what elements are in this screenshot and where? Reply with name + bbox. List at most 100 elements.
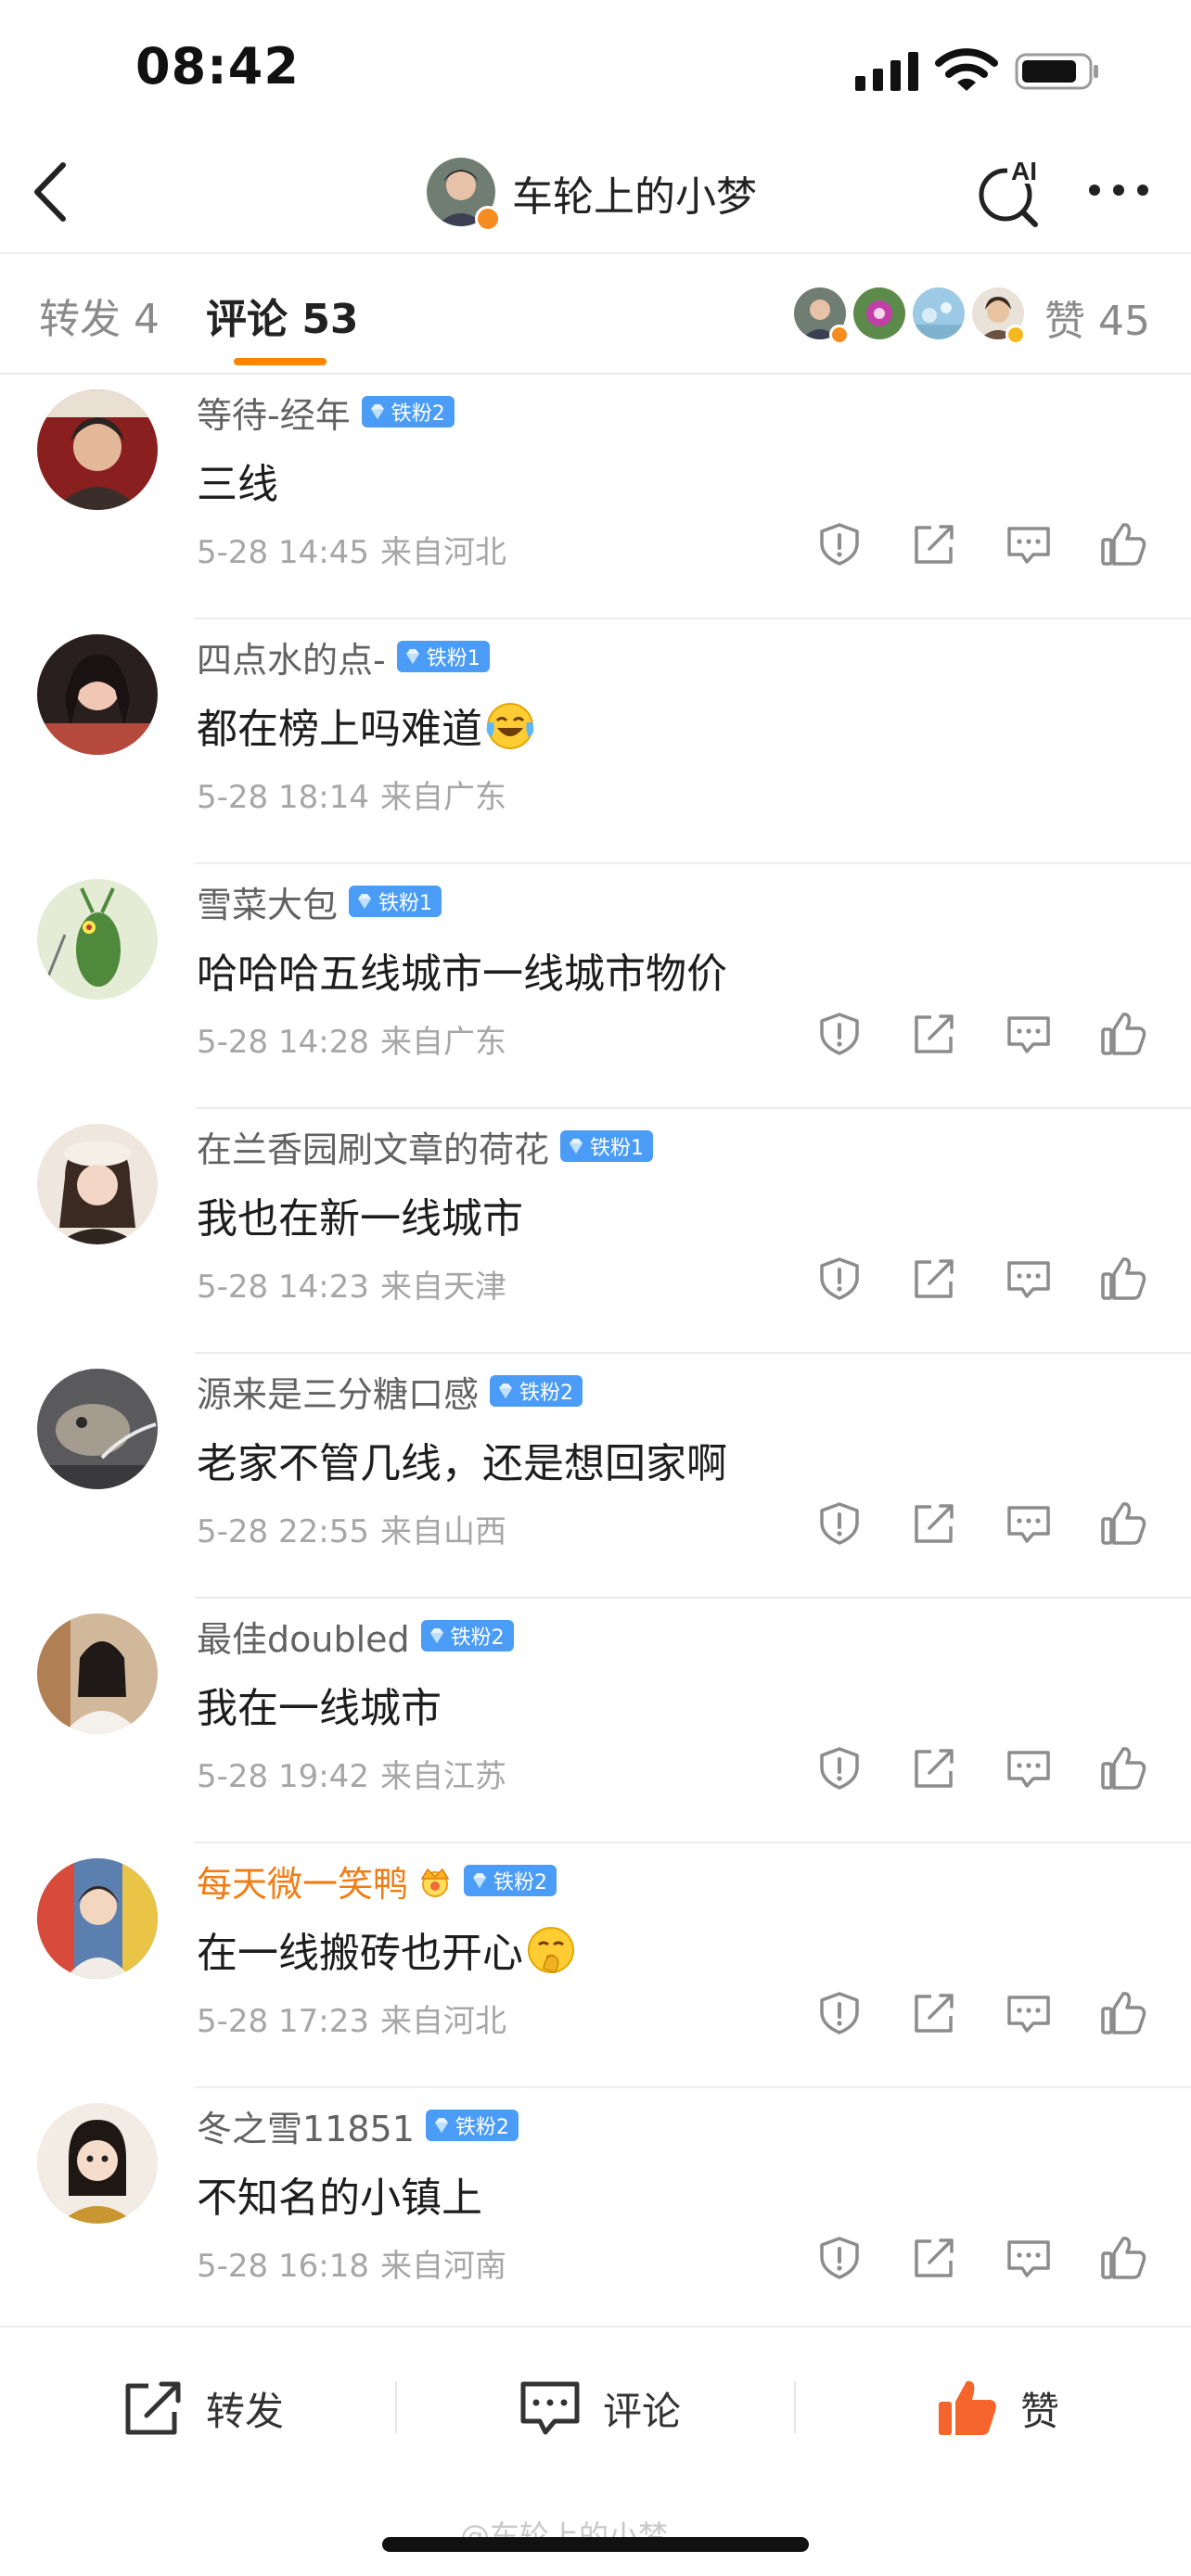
commenter-name-row: 雪菜大包 铁粉1 <box>197 875 442 927</box>
repost-button[interactable]: 转发 <box>121 2376 284 2441</box>
commenter-avatar[interactable] <box>37 879 158 1000</box>
comment-text: 三线 <box>197 451 278 510</box>
comment-item[interactable]: 等待-经年 铁粉2 三线 5-28 14:45 来自河北 <box>0 375 1191 619</box>
commenter-name[interactable]: 等待-经年 <box>197 387 351 438</box>
back-icon[interactable] <box>28 159 74 224</box>
share-icon[interactable] <box>911 1500 957 1547</box>
commenter-name[interactable]: 最佳doubled <box>197 1611 410 1662</box>
fan-level-label: 铁粉1 <box>426 647 480 670</box>
comment-button[interactable]: 评论 <box>518 2376 681 2441</box>
reply-icon[interactable] <box>1005 1011 1052 1057</box>
battery-icon <box>1015 53 1098 90</box>
commenter-name[interactable]: 源来是三分糖口感 <box>197 1366 479 1417</box>
commenter-avatar[interactable] <box>37 2103 158 2224</box>
fan-level-badge[interactable]: 铁粉1 <box>560 1130 654 1162</box>
report-icon[interactable] <box>816 521 863 567</box>
report-icon[interactable] <box>816 1745 863 1792</box>
commenter-name[interactable]: 四点水的点- <box>197 631 386 682</box>
comment-item[interactable]: 雪菜大包 铁粉1 哈哈哈五线城市一线城市物价 5-28 14:28 来自广东 <box>0 864 1191 1109</box>
report-icon[interactable] <box>816 1990 863 2036</box>
fan-level-badge[interactable]: 铁粉2 <box>490 1375 583 1407</box>
comment-text-content: 不知名的小镇上 <box>197 2174 482 2222</box>
comment-item[interactable]: 最佳doubled 铁粉2 我在一线城市 5-28 19:42 来自江苏 <box>0 1599 1191 1843</box>
fan-level-label: 铁粉2 <box>450 1626 505 1650</box>
comment-date: 5-28 18:14 <box>197 779 369 816</box>
like-button[interactable]: 赞 <box>935 2376 1059 2441</box>
report-icon[interactable] <box>816 1256 863 1302</box>
comment-item[interactable]: 源来是三分糖口感 铁粉2 老家不管几线，还是想回家啊 5-28 22:55 来自山西 <box>0 1354 1191 1599</box>
commenter-avatar[interactable] <box>37 634 158 755</box>
reply-icon[interactable] <box>1005 1745 1052 1792</box>
report-icon[interactable] <box>816 1500 863 1547</box>
commenter-name[interactable]: 雪菜大包 <box>197 876 338 927</box>
share-icon[interactable] <box>911 521 957 567</box>
comment-item[interactable]: 在兰香园刷文章的荷花 铁粉1 我也在新一线城市 5-28 14:23 来自天津 <box>0 1109 1191 1354</box>
report-icon[interactable] <box>816 2235 863 2281</box>
comment-location: 来自广东 <box>379 779 506 816</box>
comment-location: 来自广东 <box>379 1024 506 1061</box>
home-indicator[interactable] <box>382 2537 809 2552</box>
comment-text: 不知名的小镇上 <box>197 2164 482 2224</box>
reply-icon[interactable] <box>1005 521 1052 567</box>
commenter-avatar[interactable] <box>37 389 158 510</box>
reply-icon[interactable] <box>1005 1500 1052 1547</box>
like-icon[interactable] <box>1100 1745 1146 1792</box>
fan-level-badge[interactable]: 铁粉1 <box>396 641 490 672</box>
report-icon[interactable] <box>816 1011 863 1057</box>
commenter-name[interactable]: 每天微一笑鸭 <box>197 1855 408 1906</box>
fan-level-badge[interactable]: 铁粉1 <box>349 886 442 917</box>
commenter-name[interactable]: 在兰香园刷文章的荷花 <box>197 1121 549 1172</box>
fan-level-badge[interactable]: 铁粉2 <box>425 2110 519 2141</box>
tab-likes[interactable]: 赞 45 <box>1044 287 1150 347</box>
like-icon[interactable] <box>1100 1990 1146 2036</box>
comment-location: 来自河北 <box>379 534 506 571</box>
commenter-avatar[interactable] <box>37 1124 158 1244</box>
like-icon[interactable] <box>1100 1256 1146 1302</box>
commenter-avatar[interactable] <box>37 1858 158 1979</box>
fan-level-badge[interactable]: 铁粉2 <box>361 396 455 427</box>
comment-text-content: 我也在新一线城市 <box>197 1195 523 1243</box>
share-icon[interactable] <box>911 1011 957 1057</box>
commenter-name-row: 源来是三分糖口感 铁粉2 <box>197 1365 583 1417</box>
fan-level-label: 铁粉2 <box>519 1382 574 1405</box>
tab-comments[interactable]: 评论 53 <box>206 286 359 345</box>
commenter-avatar[interactable] <box>37 1613 158 1734</box>
comment-date: 5-28 19:42 <box>197 1758 369 1795</box>
tab-repost[interactable]: 转发 4 <box>39 286 160 345</box>
liker-avatar[interactable] <box>913 287 965 339</box>
comment-date: 5-28 17:23 <box>197 2003 369 2040</box>
reply-icon[interactable] <box>1005 2235 1052 2281</box>
active-tab-indicator <box>234 358 327 365</box>
commenter-name-row: 在兰香园刷文章的荷花 铁粉1 <box>197 1120 654 1172</box>
commenter-name-row: 每天微一笑鸭 铁粉2 <box>197 1855 557 1906</box>
share-icon[interactable] <box>911 2235 957 2281</box>
comment-date: 5-28 14:28 <box>197 1024 369 1061</box>
share-icon[interactable] <box>911 1990 957 2036</box>
share-icon[interactable] <box>911 1256 957 1302</box>
liker-avatar[interactable] <box>853 287 905 339</box>
comment-text: 老家不管几线，还是想回家啊 <box>197 1430 727 1489</box>
reply-icon[interactable] <box>1005 1990 1052 2036</box>
fan-level-badge[interactable]: 铁粉2 <box>464 1865 557 1896</box>
commenter-avatar[interactable] <box>37 1369 158 1489</box>
reply-icon[interactable] <box>1005 1256 1052 1302</box>
comment-text: 都在榜上吗难道 <box>197 695 536 755</box>
comment-item[interactable]: 每天微一笑鸭 铁粉2 在一线搬砖也开心 5-28 17:23 来自河北 <box>0 1843 1191 2088</box>
commenter-name-row: 四点水的点- 铁粉1 <box>197 631 490 682</box>
comment-meta: 5-28 14:45 来自河北 <box>197 527 506 572</box>
comment-item[interactable]: 冬之雪11851 铁粉2 不知名的小镇上 5-28 16:18 来自河南 <box>0 2088 1191 2333</box>
fan-level-label: 铁粉1 <box>378 892 433 915</box>
like-icon[interactable] <box>1100 1500 1146 1547</box>
like-icon[interactable] <box>1100 1011 1146 1057</box>
like-icon[interactable] <box>1100 521 1146 567</box>
comment-text-content: 在一线搬砖也开心 <box>197 1930 523 1977</box>
more-icon[interactable] <box>1085 180 1152 200</box>
comment-item[interactable]: 四点水的点- 铁粉1 都在榜上吗难道 5-28 18:14 来自广东 <box>0 619 1191 864</box>
ai-search-icon[interactable]: AI <box>974 154 1048 228</box>
fan-level-badge[interactable]: 铁粉2 <box>420 1620 514 1651</box>
commenter-name[interactable]: 冬之雪11851 <box>197 2100 415 2151</box>
like-icon[interactable] <box>1100 2235 1146 2281</box>
share-icon[interactable] <box>911 1745 957 1792</box>
comment-text: 哈哈哈五线城市一线城市物价 <box>197 940 727 1000</box>
comment-icon <box>520 2381 580 2435</box>
